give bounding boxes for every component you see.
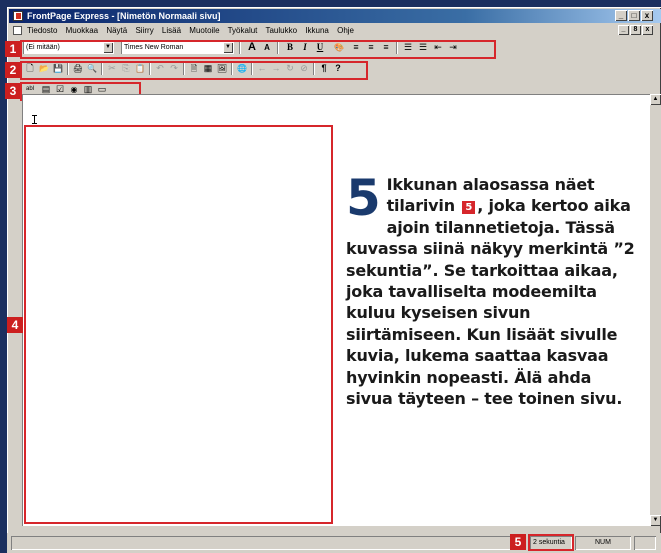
status-num-pane: NUM <box>575 536 631 550</box>
vertical-scrollbar[interactable]: ▲ ▼ <box>650 94 661 526</box>
menu-ohje[interactable]: Ohje <box>337 26 354 35</box>
menu-nayta[interactable]: Näytä <box>106 26 127 35</box>
callout-badge-5: 5 <box>510 534 526 550</box>
menu-lisaa[interactable]: Lisää <box>162 26 181 35</box>
callout-box-2 <box>20 61 368 80</box>
window-title: FrontPage Express - [Nimetön Normaali si… <box>27 11 221 21</box>
minimize-button[interactable]: _ <box>615 10 627 21</box>
status-message-pane <box>11 536 516 550</box>
callout-badge-3: 3 <box>5 83 21 99</box>
inline-badge-5: 5 <box>462 201 476 215</box>
close-button[interactable]: x <box>641 10 653 21</box>
callout-badge-1: 1 <box>5 41 21 57</box>
menu-items: Tiedosto Muokkaa Näytä Siirry Lisää Muot… <box>27 24 360 37</box>
scroll-down-icon[interactable]: ▼ <box>650 515 661 526</box>
callout-box-1 <box>20 40 496 59</box>
menu-bar: Tiedosto Muokkaa Näytä Siirry Lisää Muot… <box>9 24 661 37</box>
menu-siirry[interactable]: Siirry <box>135 26 153 35</box>
document-icon[interactable] <box>13 26 22 35</box>
doc-restore-button[interactable]: 8 <box>630 25 641 35</box>
doc-minimize-button[interactable]: _ <box>618 25 629 35</box>
callout-box-5 <box>528 534 574 551</box>
scroll-up-icon[interactable]: ▲ <box>650 94 661 105</box>
step-number: 5 <box>346 169 381 227</box>
menu-muotoile[interactable]: Muotoile <box>189 26 219 35</box>
callout-box-4 <box>24 125 333 524</box>
menu-muokkaa[interactable]: Muokkaa <box>66 26 98 35</box>
callout-badge-2: 2 <box>5 62 21 78</box>
menu-taulukko[interactable]: Taulukko <box>265 26 297 35</box>
maximize-button[interactable]: □ <box>628 10 640 21</box>
frontpage-app-icon[interactable] <box>13 11 23 21</box>
menu-tyokalut[interactable]: Työkalut <box>228 26 258 35</box>
menu-ikkuna[interactable]: Ikkuna <box>305 26 329 35</box>
doc-close-button[interactable]: x <box>642 25 653 35</box>
menu-tiedosto[interactable]: Tiedosto <box>27 26 57 35</box>
text-cursor <box>32 115 37 124</box>
title-bar[interactable]: FrontPage Express - [Nimetön Normaali si… <box>9 9 661 23</box>
explanation-text: 5 Ikkunan alaosassa näet tilarivin 5, jo… <box>346 169 642 409</box>
status-extra-pane <box>634 536 656 550</box>
callout-badge-4: 4 <box>7 317 23 333</box>
caption-rest: , joka kertoo aika ajoin tilannetietoja.… <box>346 196 635 409</box>
